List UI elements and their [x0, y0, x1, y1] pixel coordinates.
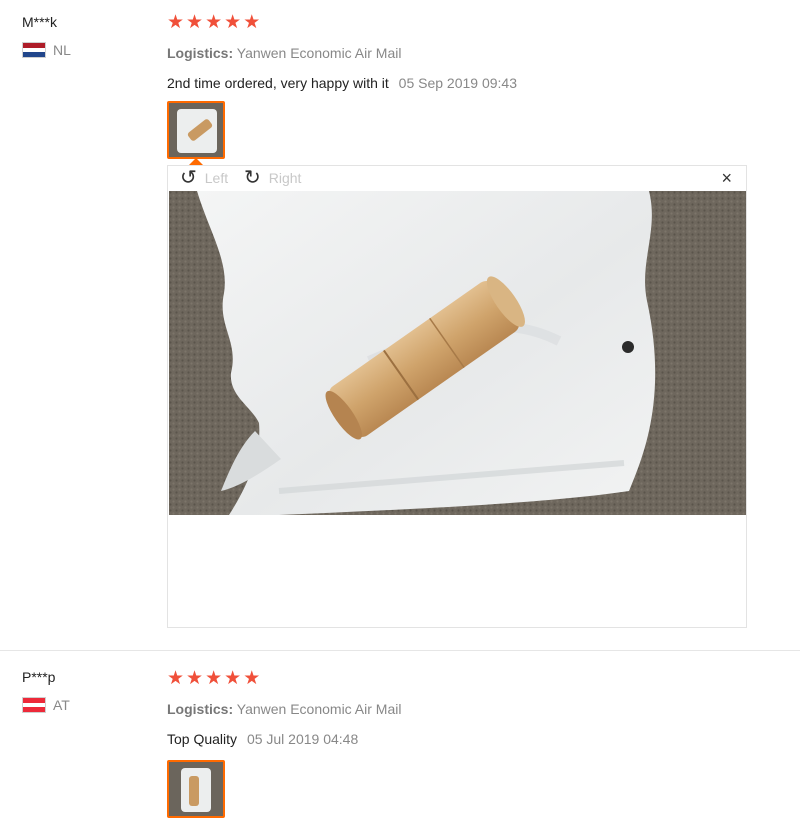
reviewer-info: M***k NL	[22, 14, 71, 58]
reviewer-info: P***p AT	[22, 669, 70, 713]
star-icon: ★	[167, 12, 185, 33]
reviewer-name: P***p	[22, 669, 56, 685]
review-feedback: Top Quality 05 Jul 2019 04:48	[167, 731, 767, 747]
reviewer-country: NL	[22, 42, 71, 58]
star-icon: ★	[186, 668, 204, 689]
reviewer-name: M***k	[22, 14, 58, 30]
logistics-label: Logistics:	[167, 701, 234, 717]
flag-icon	[22, 697, 46, 713]
review-photo	[169, 191, 746, 515]
review-photo-thumbnail[interactable]	[167, 760, 225, 818]
close-icon[interactable]: ×	[721, 167, 732, 189]
review-content: ★ ★ ★ ★ ★ Logistics: Yanwen Economic Air…	[167, 12, 767, 159]
viewer-toolbar: ↺ Left ↻ Right ×	[168, 166, 746, 191]
star-icon: ★	[224, 12, 242, 33]
star-rating: ★ ★ ★ ★ ★	[167, 668, 767, 690]
feedback-text: 2nd time ordered, very happy with it	[167, 75, 389, 91]
country-code: NL	[53, 42, 71, 58]
review-item: P***p AT ★ ★ ★ ★ ★ Logistics: Yanwen Eco…	[0, 650, 800, 818]
star-rating: ★ ★ ★ ★ ★	[167, 12, 767, 34]
star-icon: ★	[205, 668, 223, 689]
flag-icon	[22, 42, 46, 58]
review-date: 05 Sep 2019 09:43	[398, 75, 518, 91]
rotate-left-icon: ↺	[180, 167, 197, 189]
thumbnail-selected-caret	[189, 158, 203, 165]
star-icon: ★	[224, 668, 242, 689]
logistics-info: Logistics: Yanwen Economic Air Mail	[167, 45, 767, 61]
logistics-label: Logistics:	[167, 45, 234, 61]
star-icon: ★	[167, 668, 185, 689]
review-item: M***k NL ★ ★ ★ ★ ★ Logistics: Yanwen Eco…	[0, 0, 800, 650]
review-feedback: 2nd time ordered, very happy with it 05 …	[167, 75, 767, 91]
product-photo-image	[169, 191, 746, 515]
rotate-left-label: Left	[204, 170, 229, 186]
photo-viewer: ↺ Left ↻ Right ×	[167, 165, 747, 628]
star-icon: ★	[186, 12, 204, 33]
feedback-text: Top Quality	[167, 731, 238, 747]
reviewer-country: AT	[22, 697, 70, 713]
logistics-value: Yanwen Economic Air Mail	[236, 45, 402, 61]
logistics-value: Yanwen Economic Air Mail	[236, 701, 402, 717]
rotate-right-icon: ↻	[244, 167, 261, 189]
star-icon: ★	[243, 668, 261, 689]
logistics-info: Logistics: Yanwen Economic Air Mail	[167, 701, 767, 717]
star-icon: ★	[243, 12, 261, 33]
rotate-right-button[interactable]: ↻ Right	[244, 167, 301, 189]
review-date: 05 Jul 2019 04:48	[246, 731, 359, 747]
review-photo-thumbnail[interactable]	[167, 101, 225, 159]
review-content: ★ ★ ★ ★ ★ Logistics: Yanwen Economic Air…	[167, 668, 767, 818]
country-code: AT	[53, 697, 70, 713]
rotate-right-label: Right	[268, 170, 302, 186]
rotate-left-button[interactable]: ↺ Left	[180, 167, 228, 189]
star-icon: ★	[205, 12, 223, 33]
